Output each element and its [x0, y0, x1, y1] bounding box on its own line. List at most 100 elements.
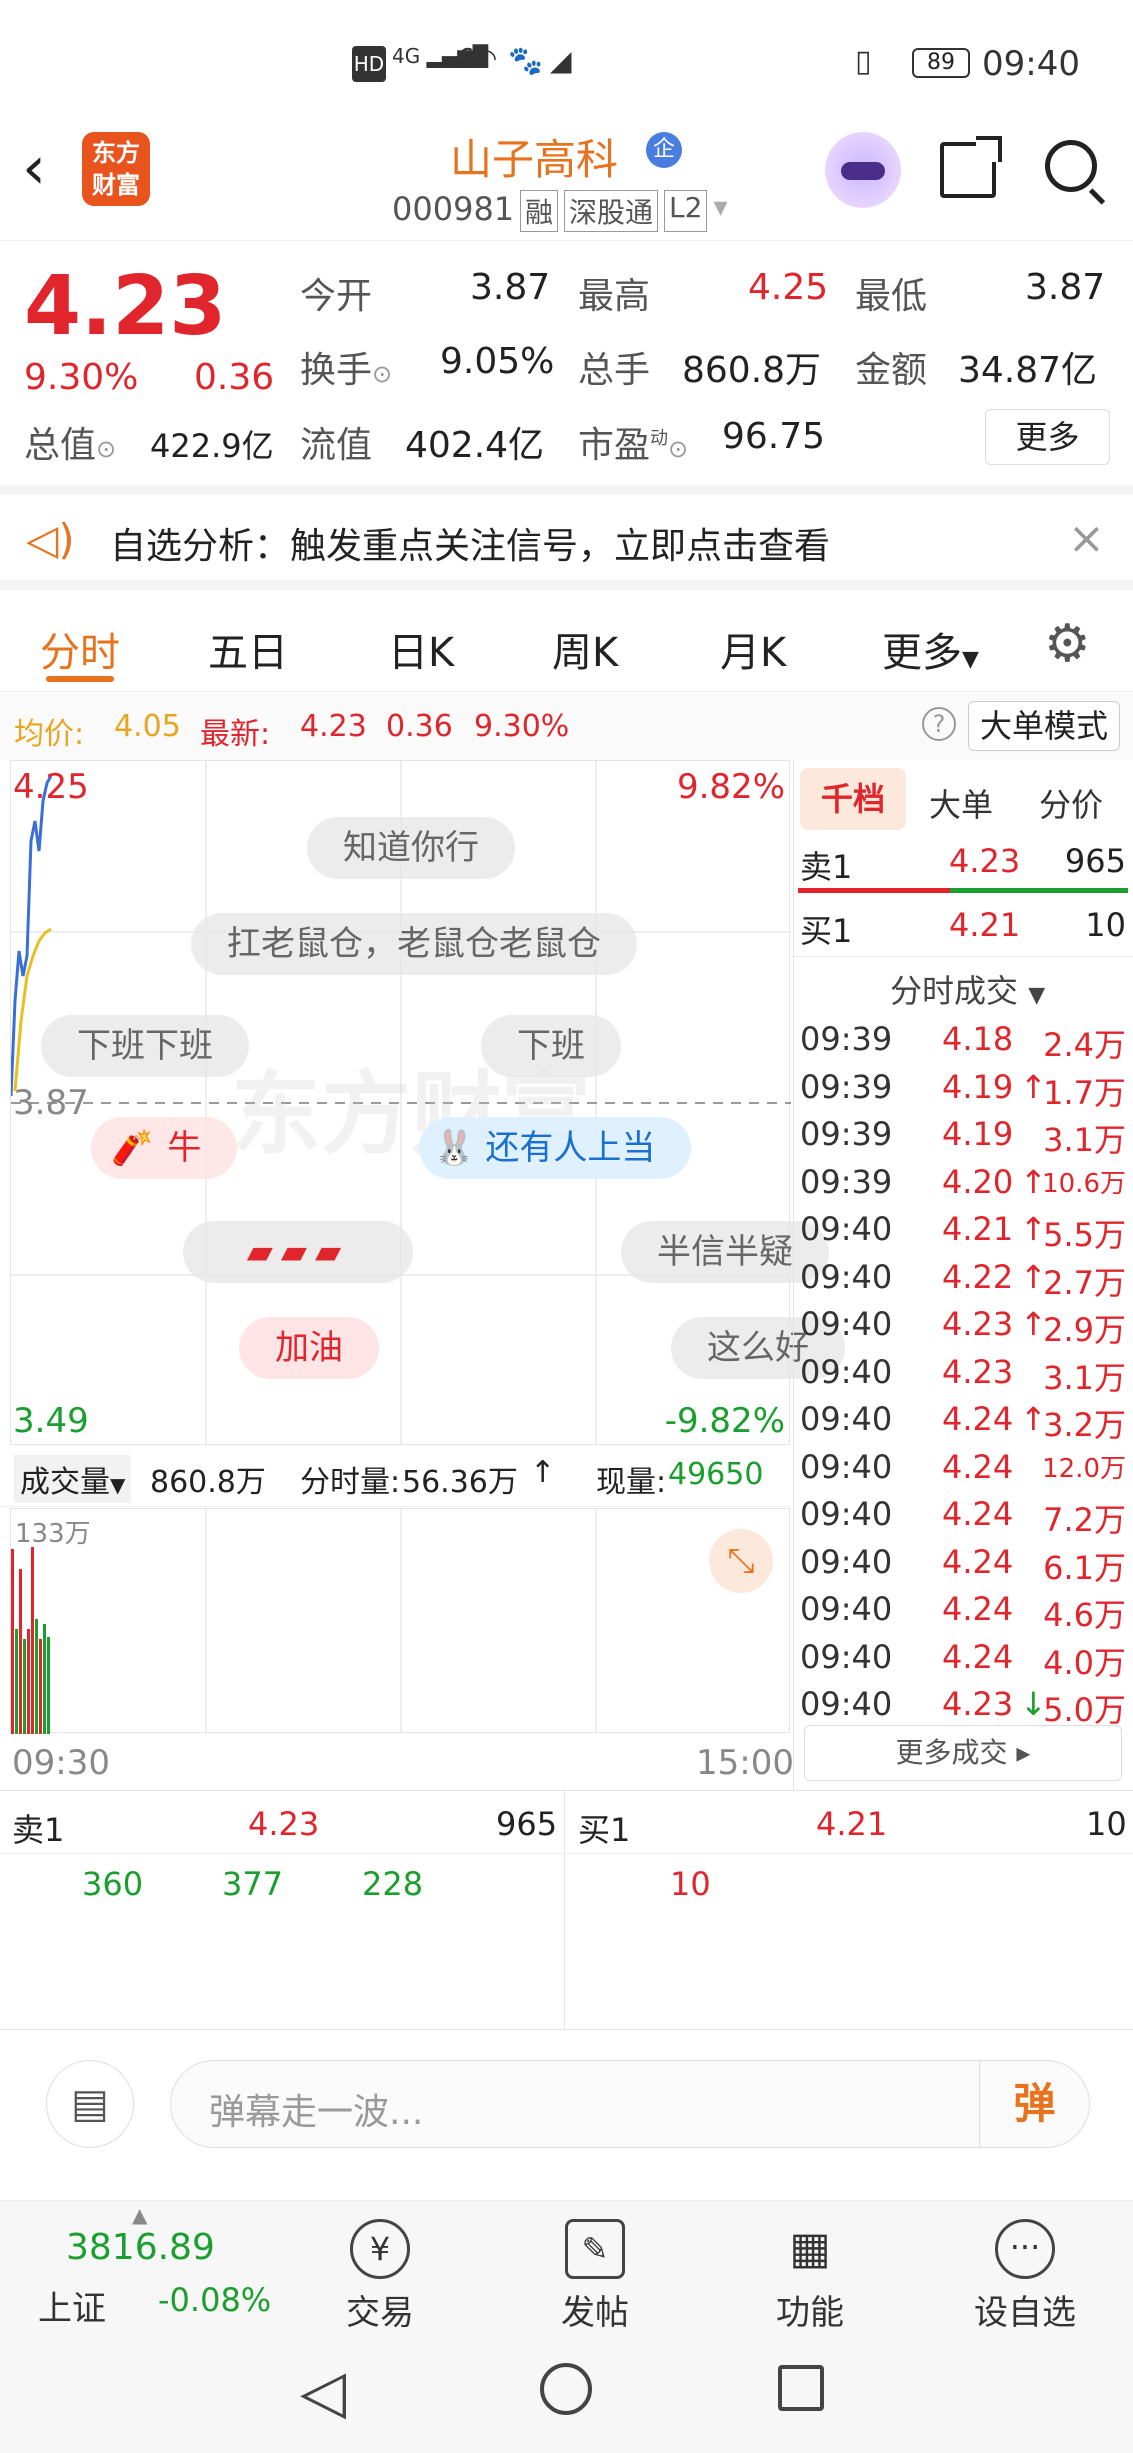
- tab-price-distribution[interactable]: 分价: [1039, 780, 1103, 826]
- tick-row: 09:40 4.21 ↑ 5.5万: [794, 1210, 1133, 1258]
- comment-input[interactable]: 弹幕走一波... 弹: [170, 2060, 1090, 2148]
- danmu-comment[interactable]: 🐰 还有人上当: [419, 1117, 692, 1179]
- pe-dynamic-mark: 动: [650, 428, 669, 449]
- y-axis-mid: 3.87: [13, 1083, 89, 1123]
- danmu-comment[interactable]: 扛老鼠仓，老鼠仓老鼠仓: [191, 913, 637, 975]
- share-icon[interactable]: [940, 136, 1002, 198]
- robot-assistant-icon[interactable]: [825, 132, 901, 208]
- banner-text: 自选分析：触发重点关注信号，立即点击查看: [110, 526, 831, 567]
- tab-daily-k[interactable]: 日K: [388, 620, 454, 678]
- turnover-label[interactable]: 换手⊙: [300, 341, 392, 393]
- nav-functions[interactable]: ▦ 功能: [730, 2201, 890, 2336]
- danmu-comment[interactable]: 下班: [481, 1015, 621, 1077]
- tab-big-orders[interactable]: 大单: [929, 780, 993, 826]
- more-button[interactable]: 更多: [985, 409, 1110, 465]
- danmu-send-button[interactable]: 弹: [979, 2061, 1089, 2147]
- tick-volume: 6.1万: [1043, 1548, 1126, 1587]
- nav-add-watchlist[interactable]: ··· 设自选: [945, 2201, 1105, 2336]
- danmu-comment[interactable]: 加油: [239, 1317, 379, 1379]
- time-end: 15:00: [696, 1743, 794, 1783]
- nav-trade[interactable]: ¥ 交易: [300, 2201, 460, 2336]
- ticks-title[interactable]: 分时成交 ▼: [890, 966, 1045, 1012]
- tick-price: 4.23: [942, 1305, 1014, 1343]
- tick-time: 09:40: [800, 1590, 893, 1628]
- back-triangle-icon[interactable]: ◁: [300, 2357, 346, 2427]
- pct-axis-bottom: -9.82%: [664, 1401, 785, 1441]
- current-volume-value: 49650: [668, 1457, 764, 1492]
- intraday-chart[interactable]: 东方财富 4.25 3.87 3.49 9.82% -9.82% 知道你行 扛老…: [10, 760, 845, 1446]
- volume-selector[interactable]: 成交量▼: [14, 1455, 132, 1503]
- volume-chart[interactable]: 133万 ⤡: [10, 1508, 790, 1734]
- latest-pct: 9.30%: [474, 709, 570, 744]
- volume-bar: [23, 1639, 26, 1734]
- danmu-emoji[interactable]: ▰▰▰: [183, 1221, 413, 1283]
- tab-five-day[interactable]: 五日: [208, 620, 288, 678]
- turnover-label-text: 换手: [300, 350, 373, 391]
- current-volume-label: 现量:: [596, 1465, 667, 1500]
- tab-monthly-k[interactable]: 月K: [720, 620, 786, 678]
- bid-1-row: 买1 4.21 10: [794, 906, 1133, 954]
- bid-qty: 10: [1086, 1805, 1127, 1843]
- ask-ratio-bar: [798, 888, 950, 893]
- tab-level-book[interactable]: 千档: [800, 768, 906, 830]
- app-logo[interactable]: 东方 财富: [82, 132, 150, 206]
- nav-post[interactable]: ✎ 发帖: [515, 2201, 675, 2336]
- danmu-settings-icon[interactable]: ▤: [46, 2060, 134, 2148]
- tick-price: 4.18: [942, 1020, 1014, 1058]
- info-icon: ⊙: [96, 435, 117, 463]
- danmu-comment[interactable]: 下班下班: [41, 1015, 249, 1077]
- volume-bar: [11, 1549, 14, 1734]
- danmu-comment[interactable]: 知道你行: [307, 817, 515, 879]
- dropdown-icon[interactable]: ▾: [713, 190, 727, 232]
- more-ticks-button[interactable]: 更多成交 ▸: [804, 1725, 1122, 1781]
- latest-label: 最新:: [200, 717, 271, 752]
- home-circle-icon[interactable]: [540, 2363, 592, 2415]
- settings-gear-icon[interactable]: ⚙: [1044, 614, 1091, 674]
- vibrate-icon: ▯: [855, 44, 872, 79]
- expand-icon[interactable]: ⤡: [709, 1529, 773, 1593]
- volume-selector-label: 成交量: [20, 1465, 110, 1500]
- search-icon[interactable]: [1045, 140, 1106, 205]
- ask-order-qty: 228: [362, 1865, 424, 1903]
- volume-bar: [19, 1569, 22, 1734]
- close-icon[interactable]: ×: [1068, 513, 1105, 564]
- tick-time: 09:40: [800, 1637, 893, 1676]
- signal-banner[interactable]: ◁) 自选分析：触发重点关注信号，立即点击查看 ×: [0, 485, 1133, 590]
- pe-label[interactable]: 市盈动⊙: [578, 416, 688, 468]
- help-icon[interactable]: ?: [922, 707, 956, 741]
- caret-down-icon: ▼: [1028, 983, 1046, 1008]
- order-book-panel: 千档 大单 分价 卖1 4.23 965 买1 4.21 10 分时成交 ▼ 0…: [793, 760, 1133, 1790]
- tick-time: 09:40: [800, 1257, 893, 1296]
- tab-more[interactable]: 更多▼: [882, 620, 979, 678]
- volume-value: 860.8万: [682, 350, 822, 391]
- bid-price: 4.21: [816, 1805, 888, 1843]
- big-order-mode-button[interactable]: 大单模式: [968, 701, 1120, 751]
- recents-square-icon[interactable]: [778, 2365, 824, 2411]
- index-value: 3816.89: [66, 2227, 215, 2268]
- up-arrow-icon: ↑: [530, 1455, 556, 1490]
- latest-value: 4.23: [300, 709, 367, 744]
- status-bar: HD 4G ▂▄▆█ 6◠ 🐾 ◢ ▯ 89 09:40: [0, 0, 1133, 120]
- edit-icon: ✎: [565, 2219, 625, 2279]
- minute-volume-value: 56.36万: [402, 1465, 518, 1500]
- clock: 09:40: [982, 44, 1080, 84]
- enterprise-badge[interactable]: 企: [646, 132, 682, 168]
- tick-row: 09:40 4.24 4.6万: [794, 1590, 1133, 1638]
- tick-price: 4.19: [942, 1067, 1014, 1106]
- nav-functions-label: 功能: [776, 2293, 844, 2333]
- caret-up-icon: ▲: [132, 2203, 148, 2227]
- tab-intraday[interactable]: 分时: [40, 620, 120, 678]
- tick-price: 4.23: [942, 1685, 1014, 1723]
- index-ticker[interactable]: ▲ 3816.89 上证 -0.08%: [0, 2201, 271, 2336]
- tick-time: 09:39: [800, 1020, 893, 1058]
- latest-change: 0.36: [386, 709, 453, 744]
- ask-order-qty: 360: [82, 1865, 144, 1903]
- mktcap-label[interactable]: 总值⊙: [24, 416, 116, 468]
- back-arrow-icon[interactable]: ‹: [22, 138, 46, 198]
- tab-weekly-k[interactable]: 周K: [552, 620, 618, 678]
- danmu-comment[interactable]: 🧨 牛: [91, 1117, 238, 1179]
- time-start: 09:30: [12, 1743, 110, 1783]
- change-percent: 9.30%: [24, 357, 139, 398]
- index-name: 上证: [38, 2289, 106, 2329]
- tick-row: 09:39 4.19 ↑ 1.7万: [794, 1068, 1133, 1116]
